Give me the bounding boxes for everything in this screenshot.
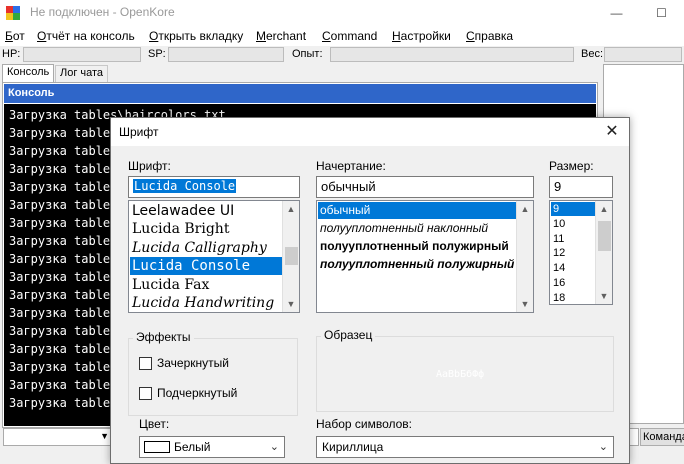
sp-label: SP: bbox=[148, 48, 166, 60]
font-style-item[interactable]: обычный bbox=[318, 202, 516, 219]
font-size-item[interactable]: 11 bbox=[551, 232, 595, 246]
font-list[interactable]: ▲ ▼ Leelawadee UI Lucida Bright Lucida Cal… bbox=[128, 200, 300, 313]
strikeout-checkbox[interactable] bbox=[139, 357, 152, 370]
font-size-field[interactable]: 9 bbox=[549, 176, 613, 198]
font-style-list[interactable]: ▲ ▼ обычный полууплотненный наклонный полу… bbox=[316, 200, 534, 313]
font-style-field[interactable]: обычный bbox=[316, 176, 534, 198]
font-list-item[interactable]: Lucida Console bbox=[130, 257, 282, 276]
font-list-scrollbar[interactable]: ▲ ▼ bbox=[282, 201, 299, 312]
font-size-item[interactable]: 12 bbox=[551, 246, 595, 260]
font-list-item[interactable]: Lucida Calligraphy bbox=[130, 239, 282, 257]
scroll-thumb[interactable] bbox=[285, 247, 298, 265]
chevron-down-icon: ▼ bbox=[100, 431, 109, 441]
font-size-item[interactable]: 10 bbox=[551, 217, 595, 231]
underline-checkbox[interactable] bbox=[139, 387, 152, 400]
size-label: Размер: bbox=[549, 159, 594, 173]
menu-settings[interactable]: Настройки bbox=[392, 29, 451, 43]
font-size-item[interactable]: 14 bbox=[551, 261, 595, 275]
font-style-item[interactable]: полууплотненный полужирный bbox=[318, 238, 516, 255]
charset-label: Набор символов: bbox=[316, 417, 413, 431]
title-bar: Не подключен - OpenKore — ☐ bbox=[0, 0, 684, 26]
color-select[interactable]: Белый ⌄ bbox=[139, 436, 285, 458]
exp-bar bbox=[330, 47, 574, 62]
sp-bar bbox=[168, 47, 284, 62]
font-dialog: Шрифт ✕ Шрифт: Lucida Console ▲ ▼ Leelaw… bbox=[110, 117, 630, 464]
tab-console[interactable]: Консоль bbox=[2, 64, 55, 82]
console-header: Консоль bbox=[4, 84, 596, 103]
effects-group bbox=[128, 338, 298, 416]
scroll-up-icon[interactable]: ▲ bbox=[596, 201, 612, 217]
sample-text: AaBbБбФф bbox=[436, 369, 485, 380]
scroll-thumb[interactable] bbox=[598, 221, 611, 251]
color-value: Белый bbox=[174, 440, 211, 454]
chevron-down-icon: ⌄ bbox=[598, 441, 608, 453]
scroll-down-icon[interactable]: ▼ bbox=[517, 296, 533, 312]
font-size-list[interactable]: ▲ ▼ 9 10 11 12 14 16 18 bbox=[549, 200, 613, 305]
size-list-scrollbar[interactable]: ▲ ▼ bbox=[595, 201, 612, 304]
app-icon bbox=[6, 6, 20, 20]
menu-open-tab[interactable]: Открыть вкладку bbox=[149, 29, 243, 43]
menu-bot[interactable]: Бот bbox=[5, 29, 25, 43]
charset-select[interactable]: Кириллица ⌄ bbox=[316, 436, 614, 458]
sample-label: Образец bbox=[321, 328, 376, 342]
charset-value: Кириллица bbox=[322, 440, 384, 454]
dialog-title-bar: Шрифт ✕ bbox=[111, 118, 629, 146]
chevron-down-icon: ⌄ bbox=[269, 441, 279, 453]
font-size-item[interactable]: 18 bbox=[551, 291, 595, 304]
exp-label: Опыт: bbox=[292, 48, 323, 60]
hp-label: HP: bbox=[2, 48, 21, 60]
style-list-scrollbar[interactable]: ▲ ▼ bbox=[516, 201, 533, 312]
menu-help[interactable]: Справка bbox=[466, 29, 513, 43]
font-list-item[interactable]: Lucida Fax bbox=[130, 276, 282, 294]
font-list-item[interactable]: Lucida Handwriting bbox=[130, 294, 282, 312]
tab-chatlog[interactable]: Лог чата bbox=[55, 65, 109, 82]
status-bar: HP: SP: Опыт: Вес: bbox=[0, 46, 684, 64]
scroll-up-icon[interactable]: ▲ bbox=[517, 201, 533, 217]
font-label: Шрифт: bbox=[128, 159, 171, 173]
color-swatch bbox=[144, 441, 170, 453]
menu-bar: Бот Отчёт на консоль Открыть вкладку Mer… bbox=[0, 26, 684, 46]
font-style-item[interactable]: полууплотненный полужирный bbox=[318, 256, 516, 273]
font-style-item[interactable]: полууплотненный наклонный bbox=[318, 220, 516, 237]
menu-merchant[interactable]: Merchant bbox=[256, 29, 306, 43]
menu-command[interactable]: Command bbox=[322, 29, 377, 43]
strikeout-label: Зачеркнутый bbox=[157, 356, 229, 370]
effects-label: Эффекты bbox=[133, 330, 194, 344]
dialog-title: Шрифт bbox=[119, 125, 159, 139]
underline-label: Подчеркнутый bbox=[157, 386, 238, 400]
font-size-item[interactable]: 9 bbox=[551, 202, 595, 216]
scroll-down-icon[interactable]: ▼ bbox=[596, 288, 612, 304]
font-name-field[interactable]: Lucida Console bbox=[128, 176, 300, 198]
command-button[interactable]: Команда bbox=[640, 428, 684, 446]
font-size-item[interactable]: 16 bbox=[551, 276, 595, 290]
font-list-item[interactable]: Leelawadee UI bbox=[130, 202, 282, 220]
font-list-item[interactable]: Lucida Bright bbox=[130, 220, 282, 238]
scroll-down-icon[interactable]: ▼ bbox=[283, 296, 299, 312]
weight-bar bbox=[604, 47, 682, 62]
input-mode-select[interactable]: ▼ bbox=[3, 428, 113, 446]
close-icon[interactable]: ✕ bbox=[595, 118, 629, 146]
menu-console-report[interactable]: Отчёт на консоль bbox=[37, 29, 135, 43]
hp-bar bbox=[23, 47, 141, 62]
minimize-button[interactable]: — bbox=[594, 0, 639, 26]
maximize-button[interactable]: ☐ bbox=[639, 0, 684, 26]
color-label: Цвет: bbox=[139, 417, 170, 431]
weight-label: Вес: bbox=[581, 48, 604, 60]
style-label: Начертание: bbox=[316, 159, 386, 173]
scroll-up-icon[interactable]: ▲ bbox=[283, 201, 299, 217]
window-title: Не подключен - OpenKore bbox=[30, 5, 175, 19]
